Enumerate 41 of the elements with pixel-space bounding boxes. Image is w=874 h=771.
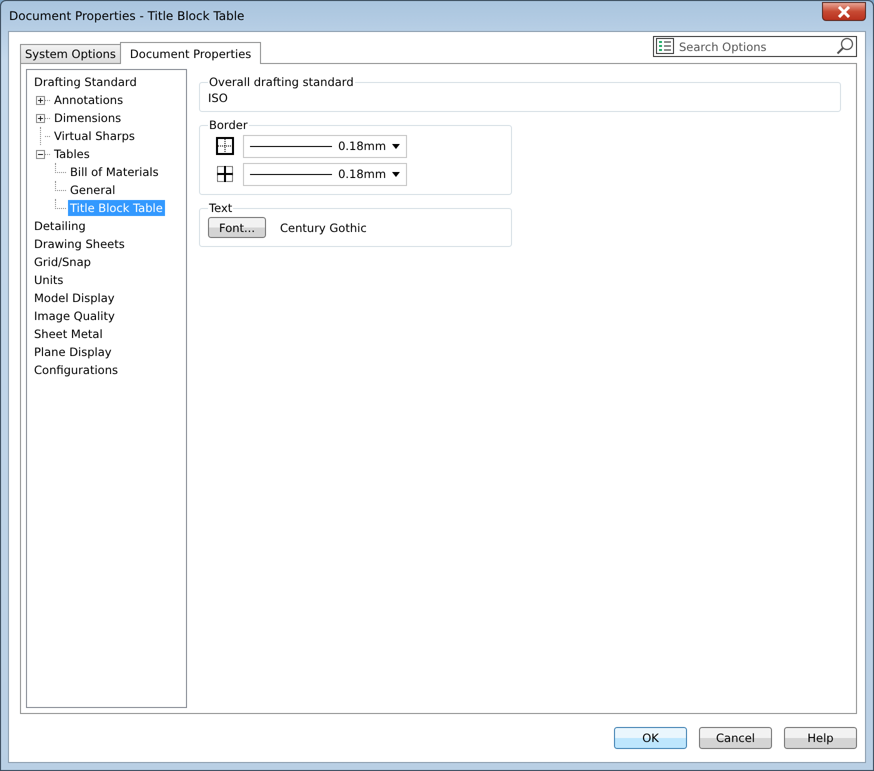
dialog-button[interactable]: OK bbox=[614, 727, 687, 749]
line-weight-dropdown[interactable]: 0.18mm bbox=[243, 162, 407, 186]
tree-item[interactable]: Virtual Sharps bbox=[52, 128, 137, 144]
window-title: Document Properties - Title Block Table bbox=[8, 9, 244, 23]
tab[interactable]: Document Properties bbox=[120, 42, 262, 64]
close-button[interactable] bbox=[822, 2, 866, 21]
tree-item[interactable]: Drafting Standard bbox=[32, 74, 139, 90]
tree-item[interactable]: Units bbox=[32, 272, 66, 288]
tree-item[interactable]: General bbox=[68, 182, 118, 198]
font-button[interactable]: Font... bbox=[208, 217, 266, 238]
close-icon bbox=[837, 6, 851, 18]
standard-value: ISO bbox=[208, 90, 229, 105]
group-label: Overall drafting standard bbox=[208, 75, 355, 89]
line-weight-dropdown[interactable]: 0.18mm bbox=[243, 134, 407, 158]
collapse-icon[interactable] bbox=[36, 150, 45, 158]
tree-item[interactable]: Image Quality bbox=[32, 308, 117, 324]
group-label: Text bbox=[208, 201, 234, 215]
search-field[interactable]: Search Options bbox=[653, 36, 857, 57]
font-name: Century Gothic bbox=[280, 220, 367, 234]
tab[interactable]: System Options bbox=[20, 44, 121, 63]
tree-item[interactable]: Tables bbox=[52, 146, 92, 162]
tree-item[interactable]: Bill of Materials bbox=[68, 164, 161, 180]
expand-icon[interactable] bbox=[36, 114, 45, 122]
dropdown-arrow-icon bbox=[392, 144, 400, 148]
tree-item[interactable]: Plane Display bbox=[32, 344, 114, 360]
search-icon bbox=[836, 37, 854, 55]
tree-item[interactable]: Model Display bbox=[32, 290, 117, 306]
tree-item[interactable]: Sheet Metal bbox=[32, 326, 105, 342]
tree-item[interactable]: Drawing Sheets bbox=[32, 236, 127, 252]
tree-item[interactable]: Detailing bbox=[32, 218, 88, 234]
group-label: Border bbox=[208, 118, 249, 132]
dialog-button[interactable]: Cancel bbox=[699, 727, 772, 749]
tree-item[interactable]: Dimensions bbox=[52, 110, 124, 126]
tree-item[interactable]: Configurations bbox=[32, 362, 120, 378]
outer-border-icon bbox=[216, 137, 234, 155]
tree-item[interactable]: Annotations bbox=[52, 92, 126, 108]
inner-border-icon bbox=[216, 165, 234, 183]
dialog-button[interactable]: Help bbox=[784, 727, 857, 749]
expand-icon[interactable] bbox=[36, 96, 45, 104]
tree-item[interactable]: Grid/Snap bbox=[32, 254, 93, 270]
dropdown-arrow-icon bbox=[392, 172, 400, 176]
